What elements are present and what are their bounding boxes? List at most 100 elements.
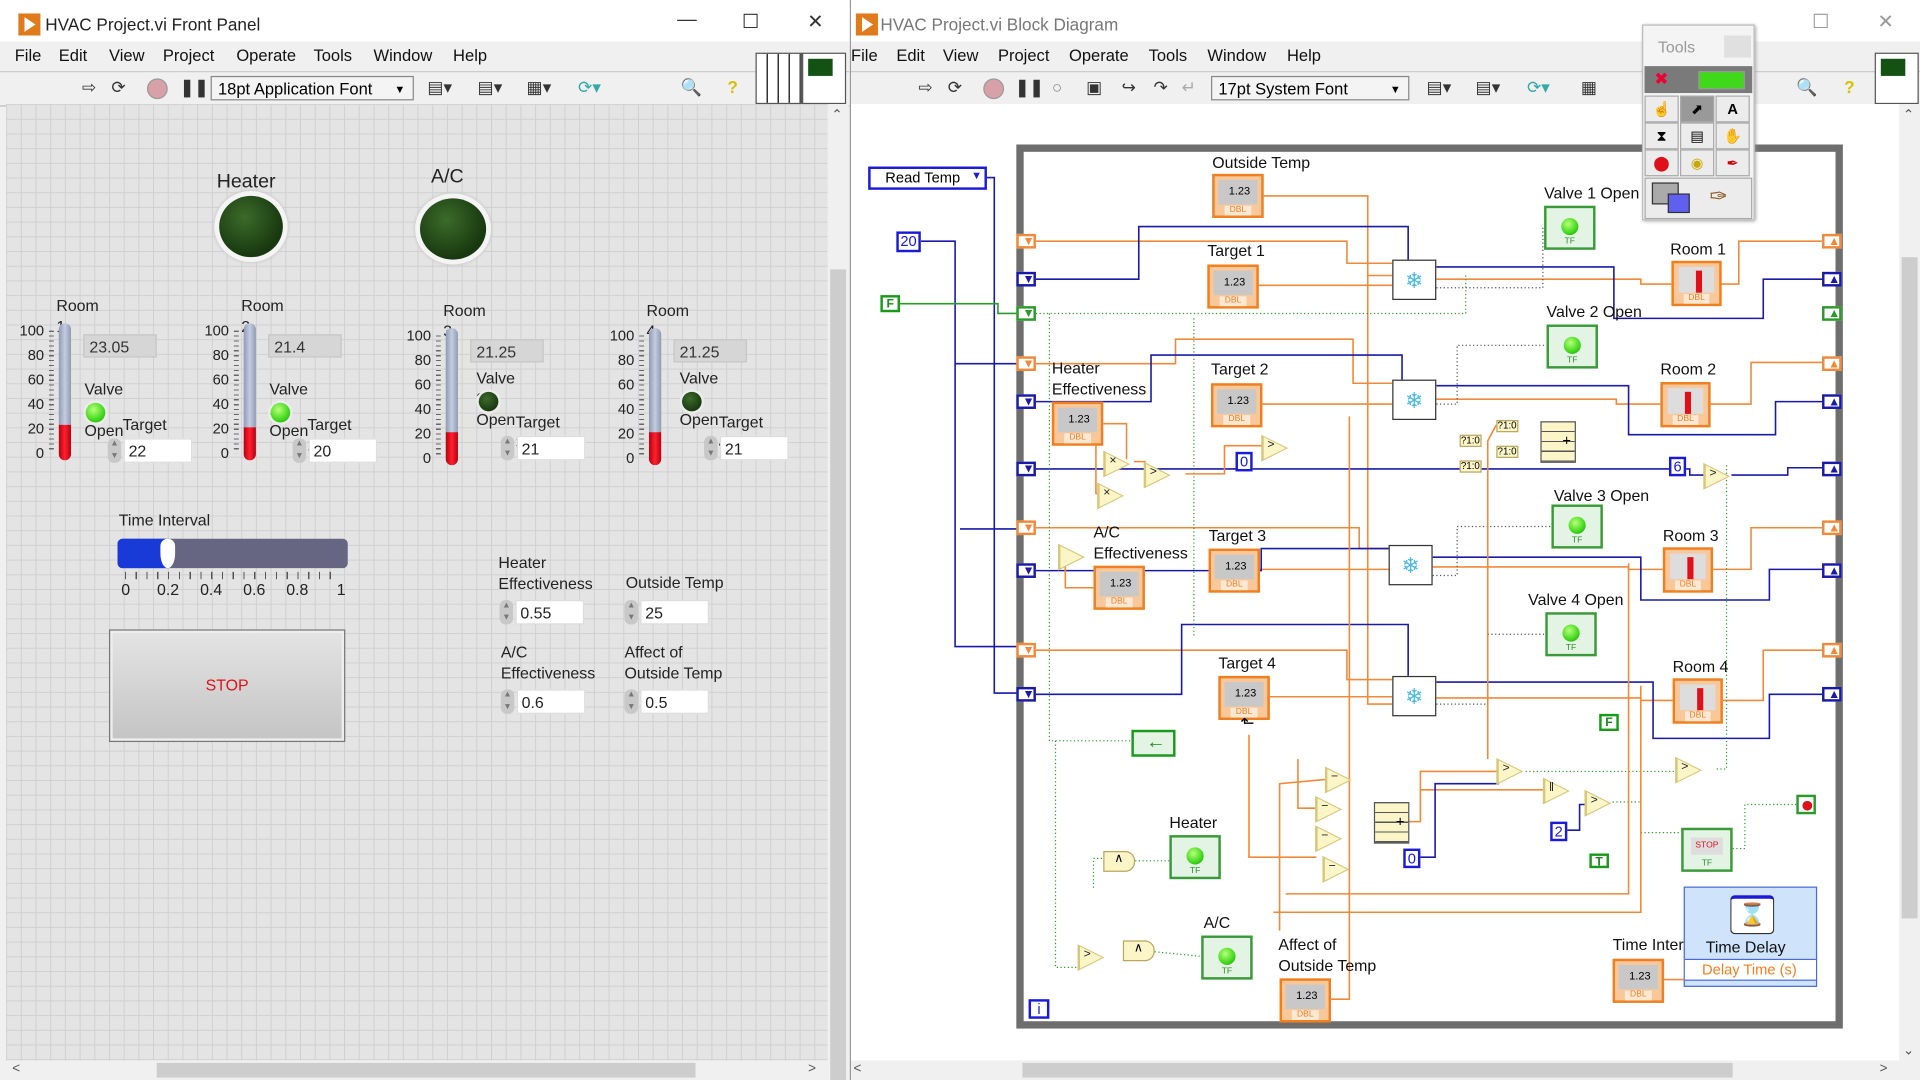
run-continuously-icon[interactable]: ⟳ xyxy=(948,77,962,98)
spin-arrows-icon[interactable]: ▲ ▼ xyxy=(292,438,307,463)
scroll-left-icon[interactable]: < xyxy=(853,1062,861,1077)
breakpoint-tool-icon[interactable]: ⬤ xyxy=(1644,149,1679,177)
function-node[interactable]: > xyxy=(1584,789,1612,817)
delay-time-input[interactable]: Delay Time (s) xyxy=(1684,958,1816,981)
front-panel-horizontal-scrollbar[interactable]: < > xyxy=(0,1060,828,1080)
room1-indicator-terminal[interactable]: DBL xyxy=(1671,260,1722,307)
time-interval-control-terminal[interactable]: 1.23 DBL xyxy=(1612,958,1665,1003)
scroll-left-icon[interactable]: < xyxy=(12,1062,20,1077)
room-subvi-2[interactable]: ❄ xyxy=(1392,379,1437,421)
search-icon[interactable]: 🔍 xyxy=(681,77,702,98)
retain-wire-values-icon[interactable]: ▣ xyxy=(1086,77,1102,98)
function-node[interactable]: > xyxy=(1703,462,1731,490)
shift-register-right[interactable]: ▲ xyxy=(1822,642,1842,658)
distribute-objects-icon[interactable]: ▤▾ xyxy=(1476,77,1501,98)
menu-window[interactable]: Window xyxy=(373,47,432,65)
operate-value-tool-icon[interactable]: ☝ xyxy=(1644,95,1679,123)
shift-register-right[interactable]: ▲ xyxy=(1822,394,1842,409)
menu-view[interactable]: View xyxy=(109,47,145,65)
ac-eff-control-terminal[interactable]: 1.23 DBL xyxy=(1093,565,1145,610)
menu-tools[interactable]: Tools xyxy=(1149,47,1188,65)
and-node[interactable]: ∧ xyxy=(1103,851,1136,872)
spin-arrows-icon[interactable]: ▲ ▼ xyxy=(499,600,514,625)
room-subvi-3[interactable]: ❄ xyxy=(1388,544,1433,586)
scroll-right-icon[interactable]: > xyxy=(808,1062,816,1077)
vi-icon[interactable] xyxy=(802,52,847,105)
function-node[interactable]: − xyxy=(1315,795,1343,823)
outside-temp-control[interactable]: ▲ ▼ 25 xyxy=(624,600,709,625)
pause-icon[interactable]: ❚❚ xyxy=(180,77,209,98)
room-subvi-4[interactable]: ❄ xyxy=(1392,675,1437,717)
scroll-right-icon[interactable]: > xyxy=(1880,1062,1888,1077)
select-node[interactable]: ?1:0 xyxy=(1459,460,1482,473)
constant-true[interactable]: T xyxy=(1589,853,1609,869)
time-delay-express-vi[interactable]: ⌛ Time Delay Delay Time (s) xyxy=(1683,886,1818,987)
menu-edit[interactable]: Edit xyxy=(59,47,87,65)
run-arrow-icon[interactable]: ⇨ xyxy=(82,77,96,98)
ac-indicator-terminal[interactable]: TF xyxy=(1201,935,1253,980)
shift-register-right[interactable]: ▲ xyxy=(1822,461,1842,477)
room4-indicator-terminal[interactable]: DBL xyxy=(1672,678,1723,724)
pause-icon[interactable]: ❚❚ xyxy=(1015,77,1044,98)
valve3-indicator-terminal[interactable]: TF xyxy=(1551,504,1603,549)
reorder-icon[interactable]: ⟳▾ xyxy=(1527,77,1550,98)
loop-condition-terminal[interactable] xyxy=(1796,794,1816,815)
read-temp-enum-constant[interactable]: Read Temp ▼ xyxy=(868,166,987,190)
constant-20[interactable]: 20 xyxy=(896,231,921,253)
select-node[interactable]: ?1:0 xyxy=(1496,420,1518,433)
block-diagram-vertical-scrollbar[interactable]: ⌃ ⌄ xyxy=(1899,104,1920,1061)
time-interval-slider[interactable] xyxy=(117,538,348,569)
affect-outside-temp-value[interactable]: 0.5 xyxy=(640,689,709,714)
help-icon[interactable]: ? xyxy=(727,77,737,97)
shift-register-left[interactable]: ▼ xyxy=(1016,394,1036,409)
select-node[interactable]: ?1:0 xyxy=(1459,434,1482,447)
valve2-indicator-terminal[interactable]: TF xyxy=(1546,324,1598,369)
function-node[interactable]: > xyxy=(1496,757,1524,785)
heater-effectiveness-value[interactable]: 0.55 xyxy=(515,600,585,625)
reorder-icon[interactable]: ⟳▾ xyxy=(578,77,601,98)
vi-icon[interactable] xyxy=(1874,52,1919,105)
scroll-down-icon[interactable]: ⌄ xyxy=(1903,1042,1914,1058)
room-subvi-1[interactable]: ❄ xyxy=(1392,259,1437,301)
shift-register-left[interactable]: ▼ xyxy=(1016,520,1036,536)
select-node[interactable]: ?1:0 xyxy=(1496,445,1518,458)
minimize-button[interactable]: — xyxy=(669,10,706,32)
clean-up-diagram-icon[interactable]: ▦ xyxy=(1581,77,1597,98)
scroll-up-icon[interactable]: ⌃ xyxy=(831,107,842,123)
target-control[interactable]: ▲ ▼ 22 xyxy=(107,438,193,463)
valve4-indicator-terminal[interactable]: TF xyxy=(1545,612,1597,657)
target-value[interactable]: 21 xyxy=(516,435,586,461)
set-color-tool[interactable]: ✑ xyxy=(1644,177,1753,220)
edit-text-tool-icon[interactable]: A xyxy=(1715,95,1750,123)
get-color-tool-icon[interactable]: ✒ xyxy=(1715,149,1750,177)
function-node[interactable] xyxy=(1057,543,1085,571)
shift-register-left[interactable]: ▼ xyxy=(1016,356,1036,372)
target1-control-terminal[interactable]: 1.23 DBL xyxy=(1207,264,1259,309)
function-node[interactable]: ‖ xyxy=(1542,777,1570,805)
target-control[interactable]: ▲ ▼ 21 xyxy=(500,435,586,461)
block-diagram-horizontal-scrollbar[interactable]: < > xyxy=(851,1060,1900,1080)
resize-objects-icon[interactable]: ▦▾ xyxy=(527,77,552,98)
menu-help[interactable]: Help xyxy=(453,47,487,65)
menu-file[interactable]: File xyxy=(15,47,42,65)
constant-2[interactable]: 2 xyxy=(1550,821,1568,842)
spin-arrows-icon[interactable]: ▲ ▼ xyxy=(624,689,638,714)
shift-register-left[interactable]: ▼ xyxy=(1016,461,1036,477)
spin-arrows-icon[interactable]: ▲ ▼ xyxy=(500,689,515,714)
shift-register-right[interactable]: ▲ xyxy=(1822,233,1842,249)
spin-arrows-icon[interactable]: ▲ ▼ xyxy=(624,600,638,625)
position-select-tool-icon[interactable]: ⬈ xyxy=(1680,95,1715,123)
shift-register-right[interactable]: ▲ xyxy=(1822,563,1842,578)
function-node[interactable]: > xyxy=(1675,756,1703,784)
menu-operate[interactable]: Operate xyxy=(236,47,296,65)
font-select[interactable]: 18pt Application Font ▼ xyxy=(210,75,414,101)
function-node[interactable]: > xyxy=(1077,944,1105,972)
maximize-button[interactable]: ☐ xyxy=(732,10,769,34)
affect-outside-temp-control[interactable]: ▲ ▼ 0.5 xyxy=(624,689,709,714)
help-icon[interactable]: ? xyxy=(1844,77,1854,97)
scroll-up-icon[interactable]: ⌃ xyxy=(1903,107,1914,123)
connect-wire-tool-icon[interactable]: ⧗ xyxy=(1644,122,1679,150)
function-node[interactable]: − xyxy=(1315,825,1343,853)
heater-indicator-terminal[interactable]: TF xyxy=(1169,835,1221,880)
step-into-icon[interactable]: ↪ xyxy=(1122,77,1136,98)
